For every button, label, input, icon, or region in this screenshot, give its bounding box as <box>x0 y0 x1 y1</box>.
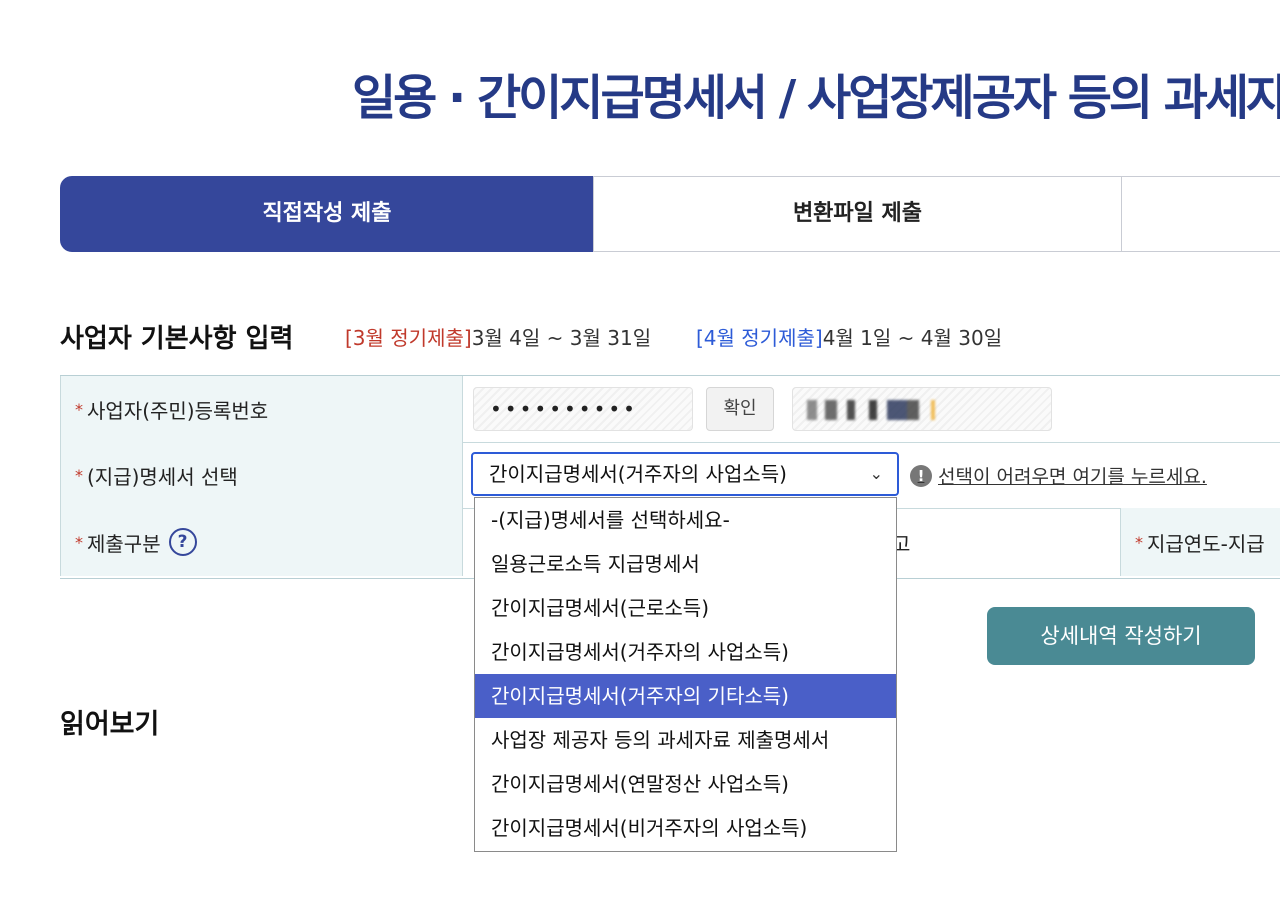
reg-no-label-cell: * 사업자(주민)등록번호 <box>60 376 463 442</box>
statement-dropdown-list: -(지급)명세서를 선택하세요- 일용근로소득 지급명세서 간이지급명세서(근로… <box>474 497 897 852</box>
april-tag: [4월 정기제출] <box>696 326 823 350</box>
business-name-field <box>792 387 1052 431</box>
read-more-title: 읽어보기 <box>60 709 160 740</box>
tab-direct-submit[interactable]: 직접작성 제출 <box>60 176 594 252</box>
required-mark: * <box>75 532 83 552</box>
reg-no-label: 사업자(주민)등록번호 <box>87 398 269 423</box>
tab-third[interactable] <box>1121 176 1280 252</box>
page-title: 일용 · 간이지급명세서 / 사업장제공자 등의 과세자 <box>352 70 1280 126</box>
dropdown-option[interactable]: 간이지급명세서(연말정산 사업소득) <box>475 762 896 806</box>
write-detail-button[interactable]: 상세내역 작성하기 <box>987 607 1255 665</box>
dropdown-option[interactable]: 간이지급명세서(거주자의 사업소득) <box>475 630 896 674</box>
required-mark: * <box>1135 532 1143 552</box>
statement-label: (지급)명세서 선택 <box>87 464 238 489</box>
statement-selected-value: 간이지급명세서(거주자의 사업소득) <box>489 462 787 486</box>
dropdown-option-highlighted[interactable]: 간이지급명세서(거주자의 기타소득) <box>475 674 896 718</box>
march-range: 3월 4일 ~ 3월 31일 <box>471 326 652 350</box>
payment-year-label: 지급연도-지급 <box>1147 531 1265 556</box>
info-icon: ! <box>910 464 932 487</box>
required-mark: * <box>75 465 83 485</box>
reg-no-input[interactable]: •••••••••• <box>473 387 693 431</box>
submission-tabs: 직접작성 제출 변환파일 제출 <box>60 176 1280 252</box>
dropdown-option[interactable]: -(지급)명세서를 선택하세요- <box>475 498 896 542</box>
form-row-reg-no: * 사업자(주민)등록번호 •••••••••• 확인 <box>60 376 1280 443</box>
chevron-down-icon: ⌄ <box>869 464 883 483</box>
statement-help-text: 선택이 어려우면 여기를 누르세요. <box>938 466 1207 488</box>
section-title: 사업자 기본사항 입력 <box>60 324 294 354</box>
dropdown-option[interactable]: 사업장 제공자 등의 과세자료 제출명세서 <box>475 718 896 762</box>
april-period: [4월 정기제출]4월 1일 ~ 4월 30일 <box>696 322 1002 351</box>
submit-type-label-cell: * 제출구분 ? <box>60 508 463 576</box>
required-mark: * <box>75 399 83 419</box>
dropdown-option[interactable]: 일용근로소득 지급명세서 <box>475 542 896 586</box>
confirm-button[interactable]: 확인 <box>706 387 774 431</box>
march-tag: [3월 정기제출] <box>345 326 472 350</box>
tab-convert-file-submit[interactable]: 변환파일 제출 <box>593 176 1122 252</box>
help-icon[interactable]: ? <box>168 528 197 556</box>
dropdown-option[interactable]: 간이지급명세서(근로소득) <box>475 586 896 630</box>
statement-help-link[interactable]: ! 선택이 어려우면 여기를 누르세요. <box>910 462 1207 489</box>
march-period: [3월 정기제출]3월 4일 ~ 3월 31일 <box>345 322 651 351</box>
april-range: 4월 1일 ~ 4월 30일 <box>822 326 1003 350</box>
dropdown-option[interactable]: 간이지급명세서(비거주자의 사업소득) <box>475 806 896 850</box>
statement-label-cell: * (지급)명세서 선택 <box>60 442 463 508</box>
redacted-name-mask <box>807 400 947 420</box>
statement-select[interactable]: 간이지급명세서(거주자의 사업소득) ⌄ <box>471 452 899 496</box>
submit-type-label: 제출구분 <box>87 531 161 556</box>
payment-year-label-cell: * 지급연도-지급 <box>1120 508 1280 576</box>
